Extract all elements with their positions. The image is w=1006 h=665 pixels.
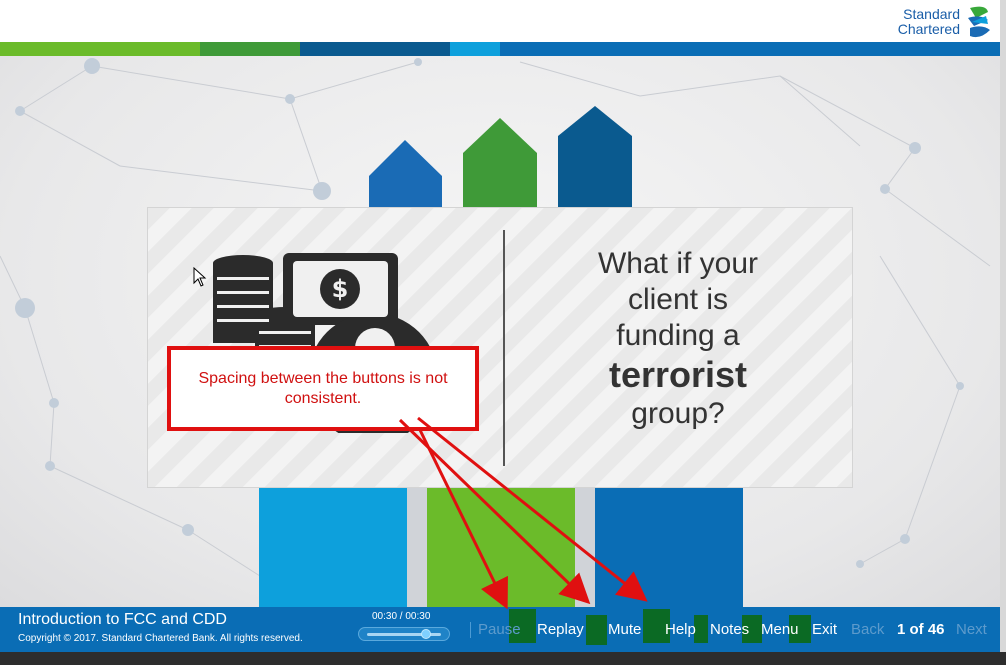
card-divider bbox=[503, 230, 505, 466]
replay-button[interactable]: Replay bbox=[537, 621, 584, 638]
brand-line-1: Standard bbox=[903, 6, 960, 22]
spacing-highlight bbox=[586, 615, 607, 645]
slide-question: What if your client is funding a terrori… bbox=[548, 246, 808, 432]
progress-thumb[interactable] bbox=[421, 629, 431, 639]
question-line-1: What if your bbox=[597, 247, 759, 280]
brand-stripe bbox=[0, 42, 1000, 56]
time-display: 00:30 / 00:30 bbox=[372, 611, 431, 622]
window-edge bbox=[1000, 0, 1006, 652]
copyright-text: Copyright © 2017. Standard Chartered Ban… bbox=[18, 633, 303, 644]
annotation-text: Spacing between the buttons is not consi… bbox=[198, 369, 448, 407]
slide-stage: $ What if your client is funding a terro… bbox=[0, 56, 1000, 607]
mute-button[interactable]: Mute bbox=[608, 621, 641, 638]
separator bbox=[470, 622, 471, 638]
annotation-callout: Spacing between the buttons is not consi… bbox=[167, 346, 479, 431]
next-button[interactable]: Next bbox=[956, 621, 987, 638]
question-line-3: funding a bbox=[616, 319, 740, 352]
player-footer: Introduction to FCC and CDD Copyright © … bbox=[0, 607, 1000, 652]
standard-chartered-logo-icon bbox=[968, 6, 990, 38]
pause-button[interactable]: Pause bbox=[478, 621, 521, 638]
svg-text:$: $ bbox=[332, 275, 349, 303]
spacing-highlight bbox=[694, 615, 708, 643]
exit-button[interactable]: Exit bbox=[812, 621, 837, 638]
question-emphasis: terrorist bbox=[608, 354, 748, 395]
brand-name: Standard Chartered bbox=[898, 7, 960, 37]
brand-line-2: Chartered bbox=[897, 21, 960, 37]
notes-button[interactable]: Notes bbox=[710, 621, 749, 638]
question-line-2: client is bbox=[627, 283, 729, 316]
question-line-5: group? bbox=[631, 397, 725, 430]
back-button[interactable]: Back bbox=[851, 621, 884, 638]
header-bar: Standard Chartered bbox=[0, 0, 1000, 42]
help-button[interactable]: Help bbox=[665, 621, 696, 638]
taskbar-edge bbox=[0, 652, 1006, 665]
menu-button[interactable]: Menu bbox=[761, 621, 799, 638]
progress-slider[interactable] bbox=[358, 627, 450, 641]
brand-logo: Standard Chartered bbox=[898, 4, 992, 40]
course-title: Introduction to FCC and CDD bbox=[18, 611, 227, 628]
page-indicator: 1 of 46 bbox=[897, 621, 945, 638]
mouse-cursor-icon bbox=[193, 267, 207, 287]
